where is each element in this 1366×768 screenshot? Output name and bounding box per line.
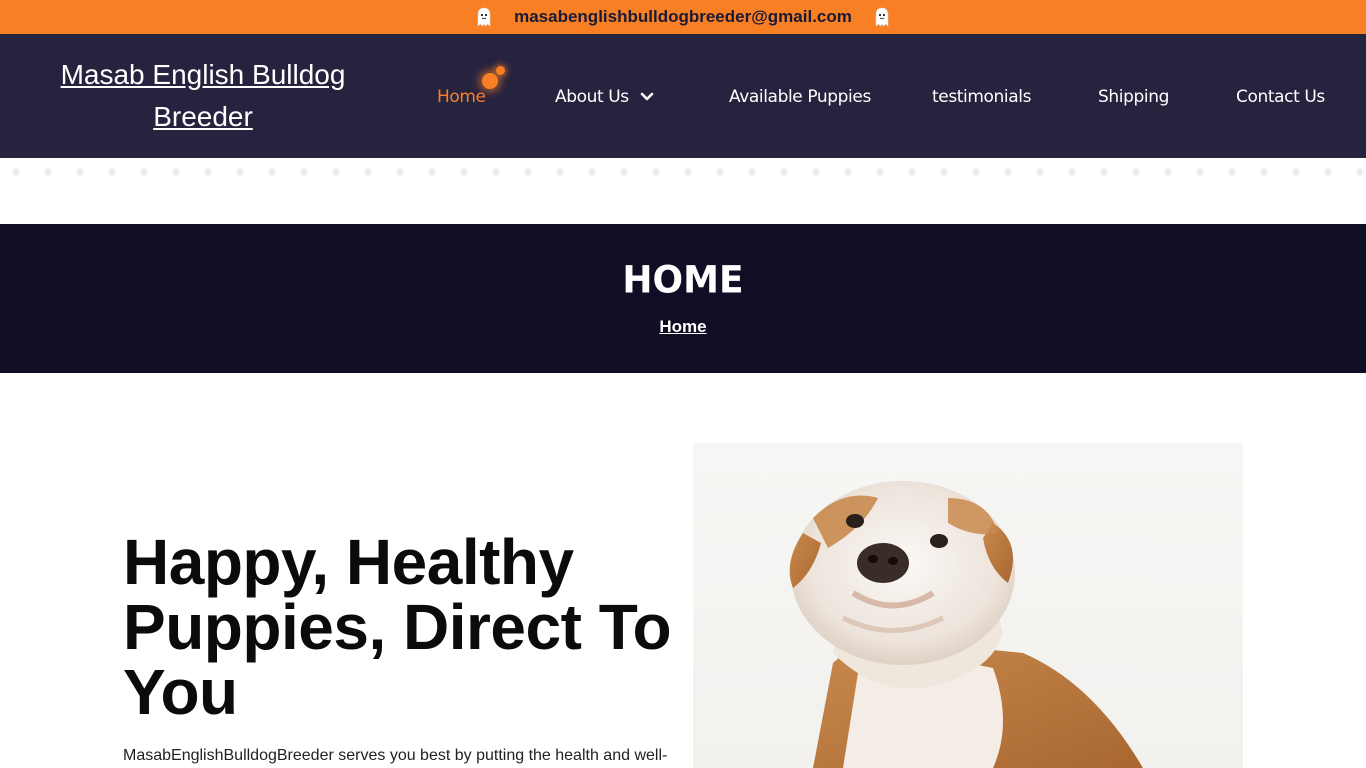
bulldog-puppy-photo — [693, 443, 1243, 768]
page-title: HOME — [622, 258, 744, 303]
email-link[interactable]: masabenglishbulldogbreeder@gmail.com — [506, 7, 860, 27]
active-indicator-dot — [496, 66, 505, 75]
nav-item-about-us[interactable]: About Us — [555, 87, 654, 107]
decorative-band — [0, 158, 1366, 224]
ghost-icon — [875, 7, 889, 27]
nav-item-home[interactable]: Home — [437, 87, 486, 107]
nav-item-contact-us[interactable]: Contact Us — [1236, 87, 1325, 107]
nav-item-shipping[interactable]: Shipping — [1098, 87, 1169, 107]
nav-item-testimonials[interactable]: testimonials — [932, 87, 1031, 107]
ghost-icon — [477, 7, 491, 27]
nav-item-label: About Us — [555, 87, 629, 107]
hero-lead-text: MasabEnglishBulldogBreeder serves you be… — [123, 747, 668, 764]
decorative-pattern — [0, 166, 1366, 178]
main-nav: Home About Us Available Puppies testimon… — [0, 34, 1366, 158]
site-header: Masab English Bulldog Breeder Home About… — [0, 34, 1366, 158]
hero-headline: Happy, Healthy Puppies, Direct To You — [123, 526, 672, 728]
chevron-down-icon — [640, 92, 654, 101]
top-contact-bar: masabenglishbulldogbreeder@gmail.com — [0, 0, 1366, 34]
nav-item-available-puppies[interactable]: Available Puppies — [729, 87, 871, 107]
page-header: HOME Home — [0, 224, 1366, 373]
puppy-illustration — [789, 481, 1143, 768]
breadcrumb[interactable]: Home — [0, 317, 1366, 337]
